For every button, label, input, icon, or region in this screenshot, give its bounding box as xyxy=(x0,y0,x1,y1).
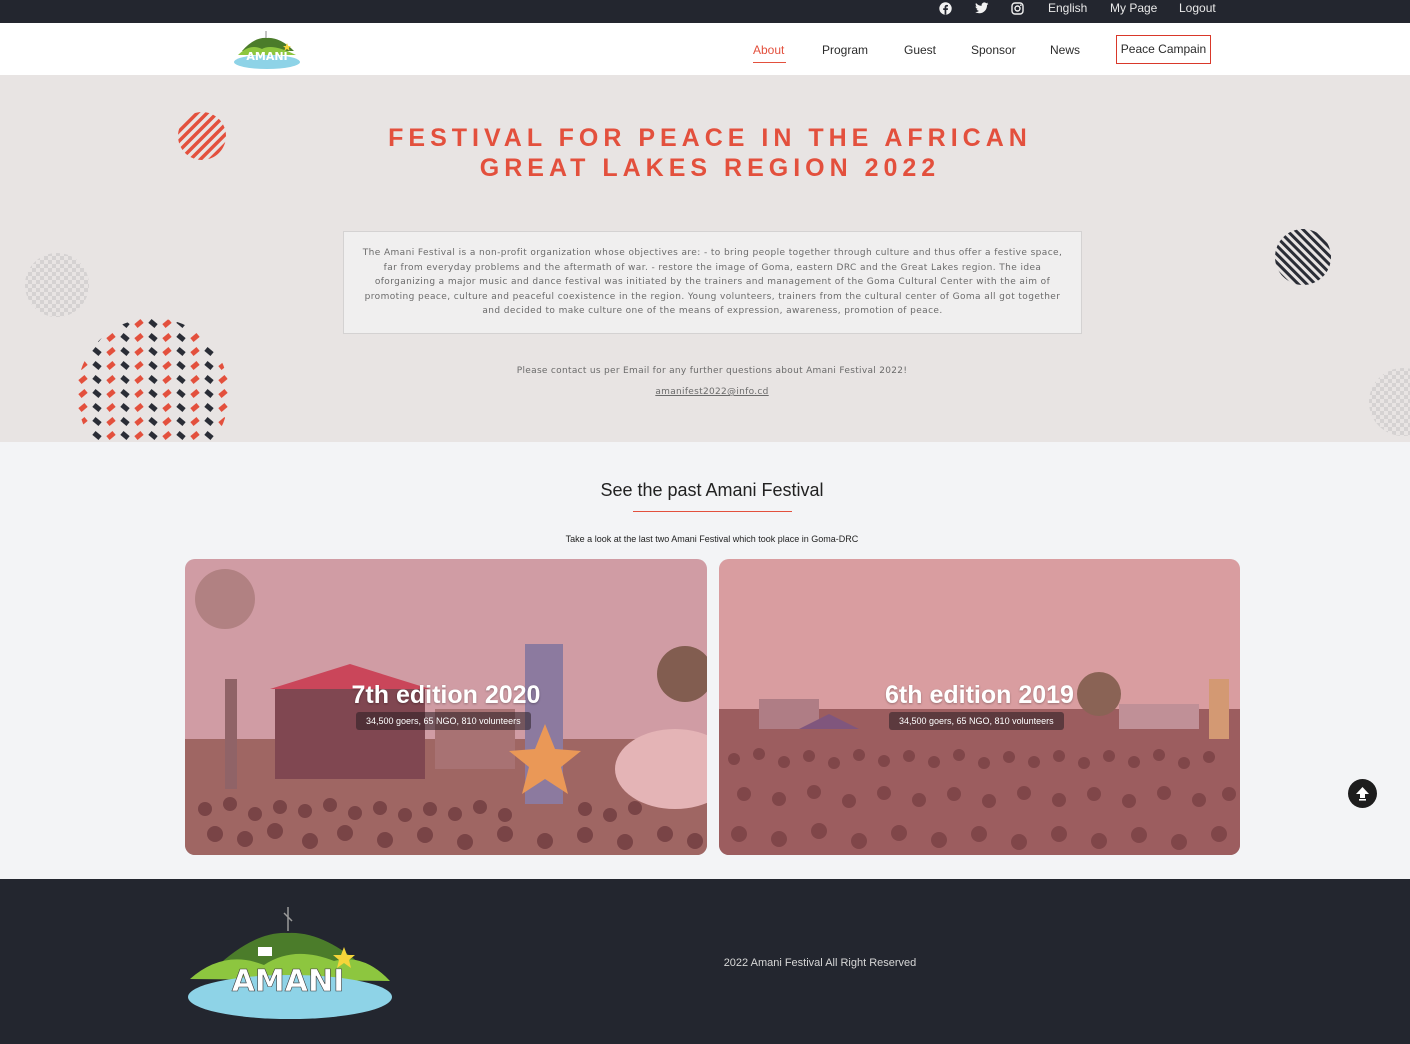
hero-section: FESTIVAL FOR PEACE IN THE AFRICAN GREAT … xyxy=(0,75,1410,442)
nav-news[interactable]: News xyxy=(1050,43,1080,57)
twitter-icon[interactable] xyxy=(975,0,989,23)
decor-striped-circle-dark xyxy=(1275,229,1331,285)
past-festival-title: See the past Amani Festival xyxy=(600,480,824,500)
contact-text: Please contact us per Email for any furt… xyxy=(516,366,908,376)
decor-checker-circle-left xyxy=(25,253,89,317)
nav-sponsor[interactable]: Sponsor xyxy=(971,43,1016,57)
edition-stats: 34,500 goers, 65 NGO, 810 volunteers xyxy=(356,712,531,730)
festival-description: The Amani Festival is a non-profit organ… xyxy=(343,231,1082,334)
contact-email-link[interactable]: amanifest2022@info.cd xyxy=(600,387,824,397)
language-selector[interactable]: English xyxy=(1048,0,1087,23)
top-bar: English My Page Logout xyxy=(0,0,1410,23)
past-festival-subtitle: Take a look at the last two Amani Festiv… xyxy=(565,534,859,544)
my-page-link[interactable]: My Page xyxy=(1110,0,1157,23)
logout-link[interactable]: Logout xyxy=(1179,0,1216,23)
edition-title: 7th edition 2020 xyxy=(351,681,541,709)
nav-about[interactable]: About xyxy=(753,43,784,57)
arrow-up-icon xyxy=(1356,787,1369,801)
nav-guest[interactable]: Guest xyxy=(904,43,936,57)
amani-logo[interactable]: AMANI xyxy=(232,29,302,69)
decor-pattern-circle xyxy=(77,318,229,442)
scroll-to-top-button[interactable] xyxy=(1348,779,1377,808)
hero-title: FESTIVAL FOR PEACE IN THE AFRICAN GREAT … xyxy=(350,123,1070,183)
nav-active-indicator xyxy=(753,62,786,63)
edition-stats: 34,500 goers, 65 NGO, 810 volunteers xyxy=(889,712,1064,730)
decor-striped-circle-red xyxy=(178,112,226,160)
main-header: AMANI About Program Guest Sponsor News P… xyxy=(0,23,1410,75)
peace-campaign-button[interactable]: Peace Campain xyxy=(1116,35,1211,64)
edition-card-2020[interactable]: 7th edition 2020 34,500 goers, 65 NGO, 8… xyxy=(185,559,707,855)
edition-card-2019[interactable]: 6th edition 2019 34,500 goers, 65 NGO, 8… xyxy=(719,559,1240,855)
copyright-text: 2022 Amani Festival All Right Reserved xyxy=(723,957,917,969)
instagram-icon[interactable] xyxy=(1011,0,1024,23)
decor-checker-circle-right xyxy=(1369,368,1410,436)
hero-title-line1: FESTIVAL FOR PEACE IN THE AFRICAN xyxy=(388,124,1032,152)
logo-text: AMANI xyxy=(232,964,345,999)
footer: AMANI 2022 Amani Festival All Right Rese… xyxy=(0,879,1410,1044)
logo-text: AMANI xyxy=(246,50,287,63)
nav-program[interactable]: Program xyxy=(822,43,868,57)
edition-title: 6th edition 2019 xyxy=(885,681,1074,709)
amani-logo-footer[interactable]: AMANI xyxy=(184,903,396,1021)
hero-title-line2: GREAT LAKES REGION 2022 xyxy=(479,154,941,182)
facebook-icon[interactable] xyxy=(939,0,952,23)
title-underline xyxy=(633,511,792,512)
